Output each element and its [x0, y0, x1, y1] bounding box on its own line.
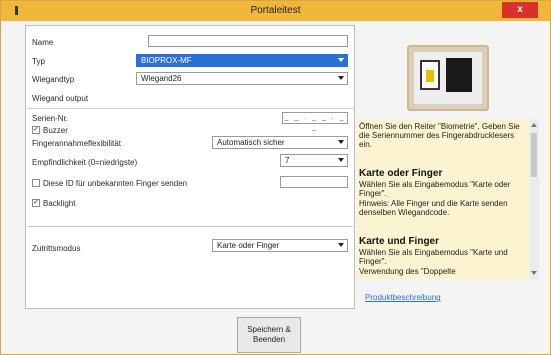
help-note-card-or-finger: Hinweis: Alle Finger und die Karte sende…	[359, 199, 508, 217]
backlight-label: Backlight	[43, 199, 76, 208]
save-label-line1: Speichern &	[247, 325, 291, 334]
help-heading-card-or-finger: Karte oder Finger	[359, 168, 443, 179]
chevron-down-icon	[338, 76, 344, 80]
settings-form: Name Typ BIOPROX-MF Wiegandtyp Wiegand26…	[25, 25, 355, 309]
device-housing	[407, 45, 489, 111]
help-note-card-and-finger: Verwendung des "Doppelte	[359, 267, 456, 276]
chevron-down-icon	[338, 58, 344, 62]
access-mode-select[interactable]: Karte oder Finger	[212, 239, 348, 252]
divider	[27, 226, 355, 227]
typ-label: Typ	[32, 57, 45, 66]
divider	[27, 108, 355, 109]
scroll-up-icon[interactable]	[531, 123, 537, 127]
sensitivity-label: Empfindlichkeit (0=niedrigste)	[32, 158, 138, 167]
window-title: Portaleitest	[250, 5, 301, 16]
wiegandtyp-select[interactable]: Wiegand26	[136, 72, 348, 85]
portal-test-window: Portaleitest x Name Typ BIOPROX-MF Wiega…	[0, 0, 551, 355]
sensitivity-value: 7	[285, 156, 290, 165]
device-face	[414, 52, 482, 104]
unknown-finger-id-label: Diese ID für unbekannten Finger senden	[43, 179, 188, 188]
serial-number-label: Serien-Nr.	[32, 114, 69, 123]
unknown-finger-id-input[interactable]	[280, 176, 348, 188]
access-mode-value: Karte oder Finger	[217, 241, 280, 250]
scroll-down-icon[interactable]	[531, 271, 537, 275]
chevron-down-icon	[338, 140, 344, 144]
help-text-card-and-finger: Wählen Sie als Eingabemodus "Karte und F…	[359, 248, 508, 266]
buzzer-label: Buzzer	[43, 126, 68, 135]
card-reader-icon	[420, 60, 440, 90]
help-heading-card-and-finger: Karte und Finger	[359, 236, 440, 247]
serial-number-input[interactable]: _ _ . _ _ . _ _	[282, 112, 348, 131]
wiegand-output-label: Wiegand output	[32, 94, 89, 103]
backlight-checkbox[interactable]: ✓	[32, 199, 40, 207]
help-scrollbar[interactable]	[529, 119, 539, 279]
chevron-down-icon	[338, 243, 344, 247]
typ-select[interactable]: BIOPROX-MF	[136, 54, 348, 67]
close-button[interactable]: x	[502, 2, 538, 18]
title-bar: Portaleitest x	[1, 1, 550, 21]
name-label: Name	[32, 38, 54, 47]
access-mode-label: Zutrittsmodus	[32, 244, 81, 253]
scrollbar-thumb[interactable]	[531, 133, 537, 177]
fingerprint-sensor-icon	[446, 58, 472, 92]
name-input[interactable]	[148, 35, 348, 47]
finger-flexibility-value: Automatisch sicher	[217, 138, 285, 147]
finger-flexibility-select[interactable]: Automatisch sicher	[212, 136, 348, 149]
card-reader-led	[426, 70, 434, 82]
wiegandtyp-label: Wiegandtyp	[32, 75, 75, 84]
wiegandtyp-select-value: Wiegand26	[141, 74, 182, 83]
typ-select-value: BIOPROX-MF	[141, 56, 192, 65]
buzzer-checkbox[interactable]: ✓	[32, 126, 40, 134]
sensitivity-select[interactable]: 7	[280, 154, 348, 167]
finger-flexibility-label: Fingerannahmeflexibilität	[32, 139, 121, 148]
help-intro: Öffnen Sie den Reiter "Biometrie", Geben…	[359, 122, 520, 149]
save-label-line2: Beenden	[252, 335, 286, 344]
help-text-panel: Öffnen Sie den Reiter "Biometrie", Geben…	[357, 119, 529, 279]
save-and-exit-button[interactable]: Speichern & Beenden	[237, 317, 301, 353]
fingerprint-reader-image	[399, 39, 495, 115]
chevron-down-icon	[338, 158, 344, 162]
unknown-finger-id-checkbox[interactable]	[32, 179, 40, 187]
help-text-card-or-finger: Wählen Sie als Eingabemodus "Karte oder …	[359, 180, 511, 198]
product-description-link[interactable]: Produktbeschreibung	[365, 293, 441, 302]
